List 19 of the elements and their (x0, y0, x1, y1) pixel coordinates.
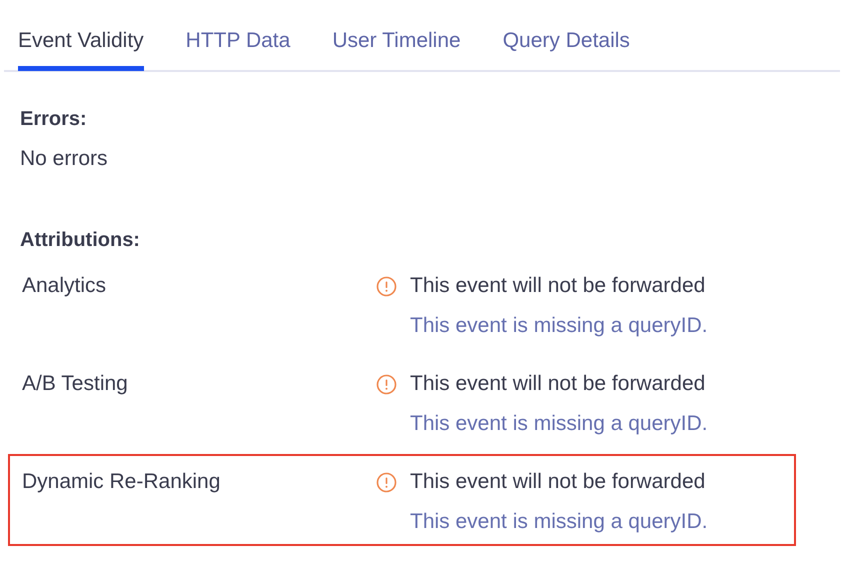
reason-text: This event is missing a queryID. (410, 412, 708, 436)
reason-text: This event is missing a queryID. (410, 510, 708, 534)
warning-icon (376, 276, 397, 296)
status-text: This event will not be forwarded (410, 372, 706, 396)
tab[interactable]: HTTP Data (186, 0, 290, 71)
tab[interactable]: Query Details (502, 0, 630, 71)
attribution-name: Dynamic Re-Ranking (22, 470, 222, 495)
attribution-name: Analytics (22, 274, 108, 299)
tab[interactable]: User Timeline (332, 0, 461, 71)
attribution-name: A/B Testing (22, 372, 129, 397)
section-heading: Errors: (20, 108, 88, 131)
errors-text: No errors (20, 147, 109, 171)
tab[interactable]: Event Validity (18, 0, 144, 71)
reason-text: This event is missing a queryID. (410, 314, 708, 338)
section-heading: Attributions: (19, 229, 141, 252)
warning-icon (376, 472, 397, 492)
status-text: This event will not be forwarded (410, 470, 706, 494)
status-text: This event will not be forwarded (410, 274, 706, 298)
warning-icon (376, 374, 397, 394)
